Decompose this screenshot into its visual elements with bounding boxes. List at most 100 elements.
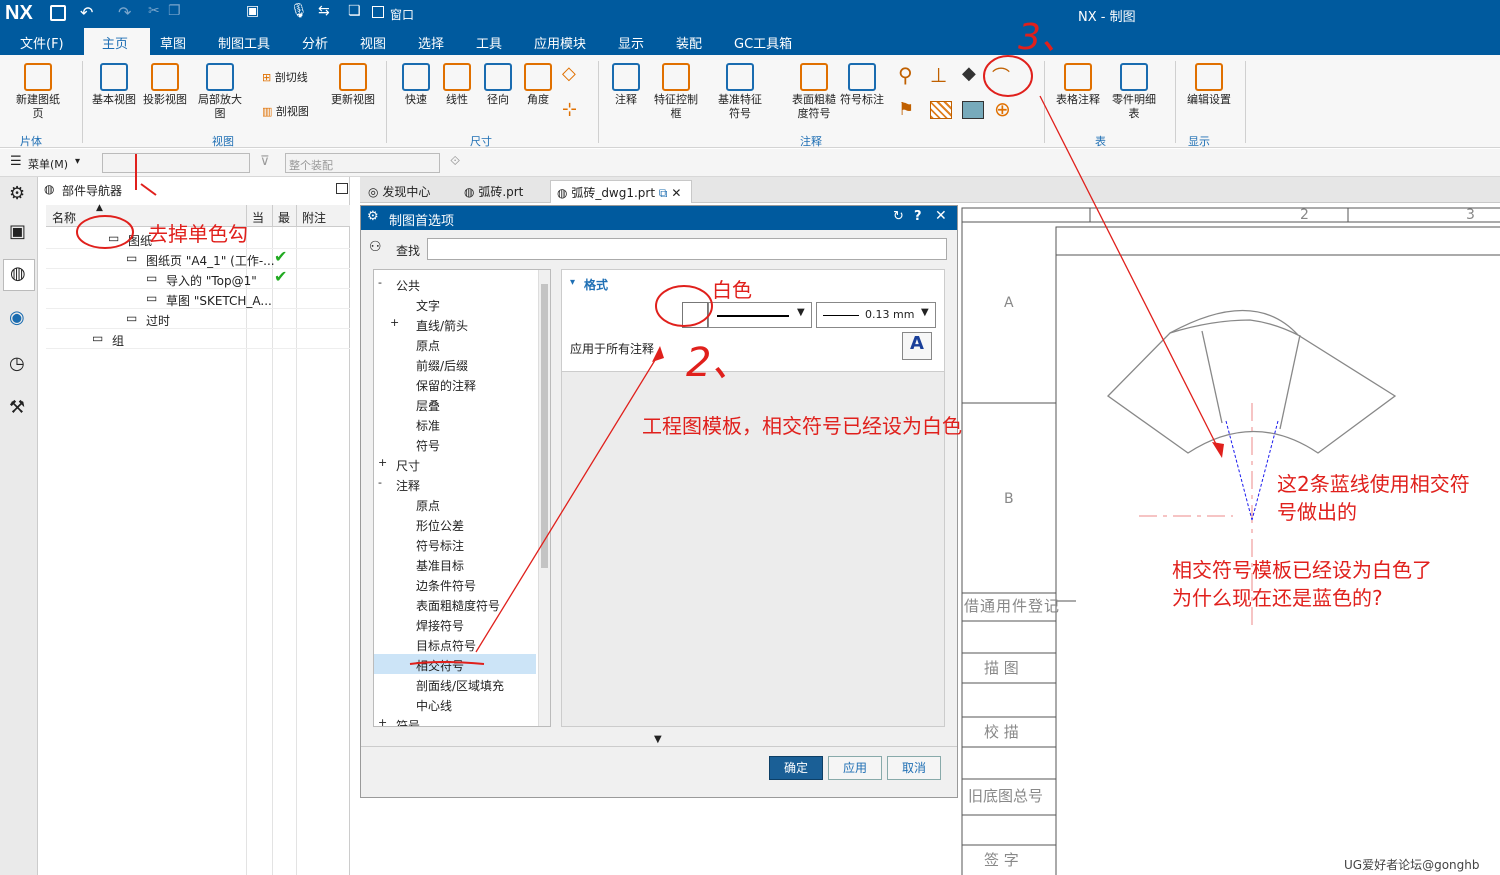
ribbon-button-13[interactable]: 符号标注 [840, 59, 884, 107]
color-swatch[interactable] [682, 302, 708, 328]
magnifier-icon[interactable]: ⚲ [898, 63, 913, 87]
tree-item[interactable]: 剖面线/区域填充 [374, 674, 536, 694]
image-icon[interactable] [962, 101, 984, 119]
tree-item[interactable]: + 符号 [374, 714, 536, 726]
tree-item[interactable]: - 注释 [374, 474, 536, 494]
search-input[interactable] [427, 238, 947, 260]
eraser-icon[interactable]: ◆ [962, 63, 976, 84]
tree-item[interactable]: 原点 [374, 494, 536, 514]
col-current[interactable]: 当 [252, 209, 264, 226]
filter-dropdown[interactable] [102, 153, 250, 173]
menu-applications[interactable]: 应用模块 [534, 33, 586, 52]
window-menu[interactable]: 窗口 [390, 6, 414, 23]
tree-item[interactable]: 符号标注 [374, 534, 536, 554]
close-icon[interactable]: ✕ [671, 186, 681, 200]
ribbon-button-10[interactable]: 特征控制框 [650, 59, 702, 121]
apply-to-all-button[interactable]: A [902, 332, 932, 360]
navigator-row[interactable]: ▭ 草图 "SKETCH_A... [46, 289, 350, 309]
navigator-row[interactable]: ▭ 过时 [46, 309, 350, 329]
ribbon-button-2[interactable]: 投影视图 [143, 59, 187, 107]
chamfer-icon[interactable]: ◇ [562, 63, 576, 84]
cut-line-button[interactable]: ⊞ 剖切线 [262, 69, 308, 85]
expand-toggle-icon[interactable]: - [378, 276, 382, 289]
web-browser-icon[interactable]: ◉ [9, 307, 25, 328]
tree-item[interactable]: + 尺寸 [374, 454, 536, 474]
chevron-down-icon[interactable]: ▾ [75, 156, 80, 167]
menu-assembly[interactable]: 装配 [676, 33, 702, 52]
menu-display[interactable]: 显示 [618, 33, 644, 52]
col-notes[interactable]: 附注 [302, 209, 326, 226]
ribbon-button-0[interactable]: 新建图纸页 [12, 59, 64, 121]
navigator-row[interactable]: ▭ 导入的 "Top@1" [46, 269, 350, 289]
tree-item[interactable]: 表面粗糙度符号 [374, 594, 536, 614]
target-point-icon[interactable]: ⊕ [994, 97, 1011, 121]
tree-item[interactable]: 基准目标 [374, 554, 536, 574]
ribbon-button-8[interactable]: 角度 [524, 59, 552, 107]
apply-button[interactable]: 应用 [828, 756, 882, 780]
expand-toggle-icon[interactable]: - [378, 476, 382, 489]
switch-window-icon[interactable]: ❏ [348, 3, 361, 19]
redo-icon[interactable]: ↷ [118, 3, 131, 22]
menu-sketch[interactable]: 草图 [160, 33, 186, 52]
tree-item[interactable]: 符号 [374, 434, 536, 454]
hamburger-icon[interactable]: ☰ [10, 154, 22, 169]
ribbon-button-12[interactable]: 表面粗糙度符号 [788, 59, 840, 121]
tab-discovery-center[interactable]: ◎ 发现中心 [362, 180, 436, 203]
line-width-dropdown[interactable]: 0.13 mm ▼ [816, 302, 936, 328]
ordinate-icon[interactable]: ⊹ [562, 99, 577, 120]
ok-button[interactable]: 确定 [769, 756, 823, 780]
tab-drawing[interactable]: ◍ 弧砖_dwg1.prt ⧉ ✕ [550, 180, 692, 203]
touch-mode-icon[interactable]: ⇆ [318, 3, 330, 19]
tools-icon[interactable]: ⚒ [9, 397, 25, 418]
tree-item[interactable]: 焊接符号 [374, 614, 536, 634]
ribbon-button-3[interactable]: 局部放大图 [194, 59, 246, 121]
menu-tools[interactable]: 工具 [476, 33, 502, 52]
assembly-scope-dropdown[interactable]: 整个装配 [285, 153, 440, 173]
ribbon-button-11[interactable]: 基准特征符号 [714, 59, 766, 121]
copy-icon[interactable]: ❐ [168, 3, 181, 19]
scrollbar-thumb[interactable] [541, 284, 548, 568]
navigator-row[interactable]: ▭ 图纸页 "A4_1" (工作-... [46, 249, 350, 269]
ribbon-button-4[interactable]: 更新视图 [331, 59, 375, 107]
tree-scrollbar[interactable] [538, 270, 550, 726]
cut-icon[interactable]: ✂ [148, 3, 160, 19]
expand-toggle-icon[interactable]: + [378, 716, 387, 726]
line-type-dropdown[interactable]: ▼ [708, 302, 812, 328]
tree-item[interactable]: 文字 [374, 294, 536, 314]
gear-icon[interactable]: ⚙ [9, 183, 25, 204]
menu-home[interactable]: 主页 [102, 33, 128, 52]
menu-view[interactable]: 视图 [360, 33, 386, 52]
tree-item[interactable]: 前缀/后缀 [374, 354, 536, 374]
tree-item[interactable]: 目标点符号 [374, 634, 536, 654]
close-icon[interactable]: ✕ [935, 208, 947, 224]
flag-icon[interactable]: ⚑ [898, 99, 914, 120]
ribbon-button-14[interactable]: 表格注释 [1056, 59, 1100, 107]
select-filter-icon[interactable]: ⟐ [450, 154, 460, 169]
assembly-navigator-icon[interactable]: ▣ [9, 221, 26, 242]
history-icon[interactable]: ◷ [9, 353, 25, 374]
save-icon[interactable] [50, 5, 66, 21]
tree-item[interactable]: 相交符号 [374, 654, 536, 674]
navigator-row[interactable]: ▭ 组 [46, 329, 350, 349]
microphone-icon[interactable]: 🎙 [290, 3, 308, 19]
menu-file[interactable]: 文件(F) [20, 33, 64, 52]
tree-item[interactable]: - 公共 [374, 274, 536, 294]
tree-item[interactable]: 层叠 [374, 394, 536, 414]
cancel-button[interactable]: 取消 [887, 756, 941, 780]
tree-item[interactable]: 标准 [374, 414, 536, 434]
menu-select[interactable]: 选择 [418, 33, 444, 52]
tree-item[interactable]: + 直线/箭头 [374, 314, 536, 334]
expand-more-icon[interactable]: ▼ [654, 734, 662, 745]
tree-item[interactable]: 形位公差 [374, 514, 536, 534]
datum-icon[interactable]: ⊥ [930, 63, 947, 87]
tab-part[interactable]: ◍ 弧砖.prt [458, 180, 529, 203]
expand-toggle-icon[interactable]: + [390, 316, 399, 329]
reset-icon[interactable]: ↻ [893, 209, 904, 224]
help-icon[interactable]: ? [914, 209, 922, 224]
ribbon-button-9[interactable]: 注释 [612, 59, 640, 107]
collapse-icon[interactable]: ▾ [570, 277, 575, 288]
section-view-button[interactable]: ▥ 剖视图 [262, 103, 309, 119]
col-name[interactable]: 名称 [52, 209, 76, 226]
menu-analysis[interactable]: 分析 [302, 33, 328, 52]
tree-item[interactable]: 保留的注释 [374, 374, 536, 394]
